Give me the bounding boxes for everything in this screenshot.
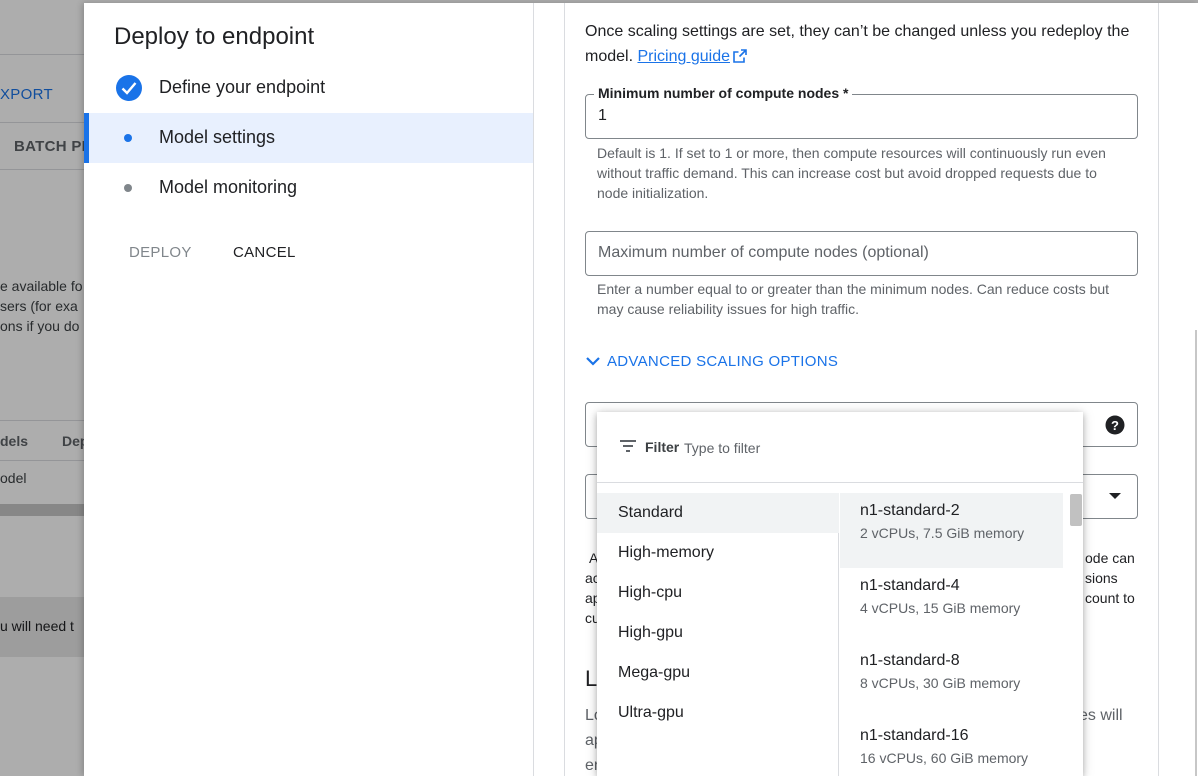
dropdown-filter-bar: Filter xyxy=(597,412,1083,483)
machine-option-desc: 16 vCPUs, 60 GiB memory xyxy=(860,750,1029,766)
min-nodes-field[interactable]: Minimum number of compute nodes * 1 xyxy=(585,85,1138,139)
max-nodes-placeholder: Maximum number of compute nodes (optiona… xyxy=(598,244,929,261)
open-in-new-icon xyxy=(733,49,747,63)
family-option-label: High-cpu xyxy=(618,584,683,601)
machine-option-desc: 4 vCPUs, 15 GiB memory xyxy=(860,600,1021,616)
pricing-guide-link[interactable]: Pricing guide xyxy=(637,48,730,65)
machine-option-name: n1-standard-8 xyxy=(860,652,960,669)
family-option-label: Standard xyxy=(618,504,683,521)
machine-option-desc: 8 vCPUs, 30 GiB memory xyxy=(860,675,1021,691)
machine-option-name: n1-standard-16 xyxy=(860,727,969,744)
step-label: Model monitoring xyxy=(159,177,298,197)
step-model-settings[interactable]: Model settings xyxy=(84,113,533,163)
family-option-high-memory[interactable]: High-memory xyxy=(597,533,839,573)
check-circle-icon xyxy=(116,75,142,101)
pricing-guide-label: Pricing guide xyxy=(637,48,730,65)
cancel-button[interactable]: CANCEL xyxy=(233,244,296,261)
min-nodes-label: Minimum number of compute nodes * xyxy=(594,85,853,101)
dropdown-scrollbar[interactable] xyxy=(1070,494,1082,526)
family-option-label: Ultra-gpu xyxy=(618,704,684,721)
partial-helper-text: sions xyxy=(1085,570,1118,586)
step-label: Model settings xyxy=(159,127,276,147)
family-option-high-gpu[interactable]: High-gpu xyxy=(597,613,839,653)
family-option-label: High-gpu xyxy=(618,624,683,641)
max-nodes-helper: Enter a number equal to or greater than … xyxy=(597,281,1110,317)
max-nodes-field[interactable]: Maximum number of compute nodes (optiona… xyxy=(585,231,1138,276)
step-define-endpoint[interactable]: Define your endpoint xyxy=(84,63,533,113)
machine-option-name: n1-standard-4 xyxy=(860,577,960,594)
step-dot-icon xyxy=(124,134,132,142)
min-nodes-helper: Default is 1. If set to 1 or more, then … xyxy=(597,145,1106,201)
machine-type-dropdown: Filter Standard High-memory High-cpu Hig… xyxy=(597,412,1083,776)
help-icon[interactable]: ? xyxy=(1105,415,1125,435)
partial-helper-text: ode can xyxy=(1085,550,1135,566)
step-model-monitoring[interactable]: Model monitoring xyxy=(84,163,533,213)
filter-input[interactable] xyxy=(684,437,984,459)
partial-section-text: es will xyxy=(1079,707,1123,724)
section-heading: L xyxy=(585,666,598,691)
machine-option[interactable]: n1-standard-2 2 vCPUs, 7.5 GiB memory xyxy=(840,493,1063,568)
page-scrollbar[interactable] xyxy=(1195,330,1197,776)
machine-type-list: n1-standard-2 2 vCPUs, 7.5 GiB memory n1… xyxy=(840,493,1083,776)
family-option-high-cpu[interactable]: High-cpu xyxy=(597,573,839,613)
machine-option[interactable]: n1-standard-16 16 vCPUs, 60 GiB memory xyxy=(840,718,1063,776)
machine-family-list: Standard High-memory High-cpu High-gpu M… xyxy=(597,493,839,776)
machine-option-desc: 2 vCPUs, 7.5 GiB memory xyxy=(860,525,1025,541)
step-label: Define your endpoint xyxy=(159,77,326,97)
partial-helper-text: count to xyxy=(1085,590,1135,606)
scaling-intro: Once scaling settings are set, they can’… xyxy=(585,19,1145,69)
drawer-divider xyxy=(533,3,534,776)
machine-option-name: n1-standard-2 xyxy=(860,502,960,519)
filter-label: Filter xyxy=(645,439,680,455)
family-option-standard[interactable]: Standard xyxy=(597,493,839,533)
deploy-button[interactable]: DEPLOY xyxy=(129,244,192,261)
chevron-down-icon xyxy=(586,357,600,366)
family-option-ultra-gpu[interactable]: Ultra-gpu xyxy=(597,693,839,733)
machine-option[interactable]: n1-standard-8 8 vCPUs, 30 GiB memory xyxy=(840,643,1063,718)
family-option-label: High-memory xyxy=(618,544,715,561)
advanced-scaling-toggle[interactable]: ADVANCED SCALING OPTIONS xyxy=(585,353,838,370)
caret-down-icon xyxy=(1109,493,1121,499)
family-option-label: Mega-gpu xyxy=(618,664,691,681)
svg-text:?: ? xyxy=(1111,418,1119,433)
min-nodes-value[interactable]: 1 xyxy=(598,107,607,125)
advanced-scaling-label: ADVANCED SCALING OPTIONS xyxy=(607,353,839,370)
step-dot-icon xyxy=(124,184,132,192)
filter-icon xyxy=(620,440,636,452)
machine-option[interactable]: n1-standard-4 4 vCPUs, 15 GiB memory xyxy=(840,568,1063,643)
drawer-title: Deploy to endpoint xyxy=(114,23,315,50)
family-option-mega-gpu[interactable]: Mega-gpu xyxy=(597,653,839,693)
